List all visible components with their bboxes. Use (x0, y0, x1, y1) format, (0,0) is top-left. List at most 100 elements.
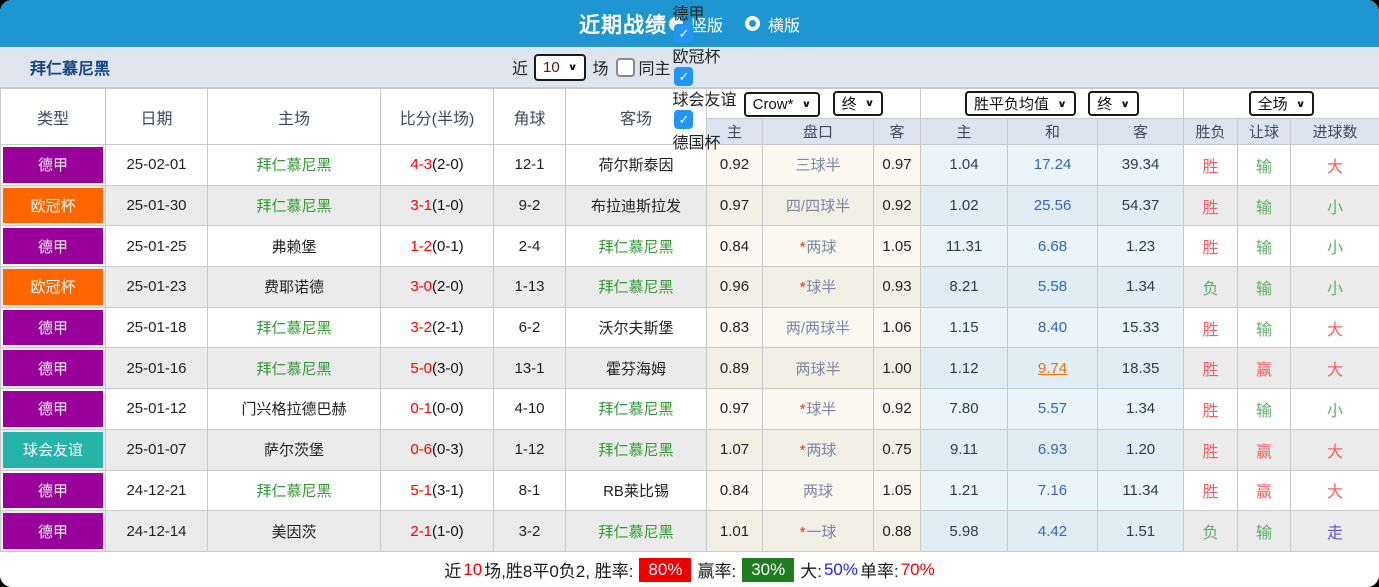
table-row: 德甲 25-01-25 弗赖堡 1-2(0-1) 2-4 拜仁慕尼黑 0.84 *两球 1.05… (0, 225, 1379, 268)
filters: 近 10 ∨ 场 同主 ✓德甲✓欧冠杯✓球会友谊✓德国杯 (512, 0, 737, 153)
match-score: 0-6(0-3) (380, 428, 494, 471)
recent-count-select[interactable]: 10 ∨ (534, 53, 587, 81)
result-wdl: 胜 (1183, 184, 1239, 227)
league-badge: 德甲 (0, 388, 106, 430)
scope-select[interactable]: 全场 ∨ (1248, 91, 1315, 116)
summary-part: 70% (900, 559, 935, 579)
avg-draw: 5.58 (1007, 266, 1099, 308)
avg-type-select[interactable]: 胜平负均值 ∨ (965, 91, 1076, 116)
corner-score: 4-10 (493, 388, 566, 430)
result-goals: 小 (1290, 266, 1379, 308)
odds-time-value: 终 (841, 95, 857, 113)
avg-away: 11.34 (1097, 469, 1185, 512)
league-badge: 德甲 (0, 510, 106, 552)
subheader-avg-home: 主 (920, 118, 1009, 145)
match-date: 25-01-25 (105, 225, 208, 268)
col-header-home: 主场 (207, 88, 381, 145)
away-team: 布拉迪斯拉发 (565, 184, 707, 227)
result-wdl: 胜 (1183, 347, 1239, 390)
result-goals: 大 (1290, 428, 1379, 471)
home-team: 拜仁慕尼黑 (207, 144, 381, 186)
result-goals: 走 (1290, 510, 1379, 552)
handicap-line: 三球半 (762, 144, 874, 186)
table-row: 球会友谊 25-01-07 萨尔茨堡 0-6(0-3) 1-12 拜仁慕尼黑 1.07 *两球… (0, 428, 1379, 471)
avg-away: 1.34 (1097, 388, 1185, 430)
result-wdl: 胜 (1183, 428, 1239, 471)
avg-type-value: 胜平负均值 (974, 96, 1050, 113)
handicap-odds-away: 1.05 (872, 469, 922, 512)
handicap-odds-home: 0.89 (706, 347, 763, 390)
handicap-odds-away: 0.92 (872, 184, 922, 227)
horizontal-layout-label[interactable]: 横版 (768, 12, 800, 36)
league-checkbox[interactable]: ✓ (674, 24, 694, 43)
avg-time-select[interactable]: 终 ∨ (1088, 91, 1140, 116)
league-badge: 德甲 (0, 144, 106, 186)
avg-draw: 6.93 (1007, 428, 1099, 471)
avg-home: 1.04 (920, 144, 1009, 186)
odds-source-select[interactable]: Crow* ∨ (743, 91, 821, 117)
team-name: 拜仁慕尼黑 (30, 61, 111, 78)
same-home-checkbox[interactable] (616, 57, 636, 77)
col-header-date: 日期 (105, 88, 208, 145)
league-badge: 德甲 (0, 225, 106, 268)
chevron-down-icon: ∨ (1120, 97, 1131, 110)
avg-home: 5.98 (920, 510, 1009, 552)
result-goals: 大 (1290, 347, 1379, 390)
match-score: 3-0(2-0) (380, 266, 494, 308)
chevron-down-icon: ∨ (801, 98, 812, 110)
handicap-line: *球半 (762, 266, 874, 308)
avg-home: 7.80 (920, 388, 1009, 430)
handicap-odds-away: 0.97 (872, 144, 922, 186)
chevron-down-icon: ∨ (1057, 97, 1067, 110)
odds-source-value: Crow* (752, 95, 794, 113)
handicap-odds-home: 0.96 (706, 266, 763, 308)
avg-draw: 4.42 (1007, 510, 1099, 552)
away-team: 沃尔夫斯堡 (565, 306, 707, 349)
handicap-odds-home: 0.83 (706, 306, 763, 349)
away-team: 霍芬海姆 (565, 347, 707, 390)
results-table-wrap: 类型 日期 主场 比分(半场) 角球 客场 Crow* ∨ 终 ∨ 胜平负均值 … (0, 88, 1379, 552)
away-team: 拜仁慕尼黑 (565, 266, 707, 308)
result-handicap: 输 (1237, 388, 1292, 430)
league-filters: ✓德甲✓欧冠杯✓球会友谊✓德国杯 (670, 0, 736, 153)
summary-part: 赢率: (697, 562, 737, 581)
avg-away: 1.23 (1097, 225, 1185, 268)
table-row: 欧冠杯 25-01-23 费耶诺德 3-0(2-0) 1-13 拜仁慕尼黑 0.96 *球半 0… (0, 266, 1379, 308)
home-team: 拜仁慕尼黑 (207, 347, 381, 390)
avg-away: 54.37 (1097, 184, 1185, 227)
handicap-odds-home: 0.84 (706, 469, 763, 512)
summary-part: 近 (444, 562, 462, 581)
summary-part: 50% (823, 559, 858, 579)
match-score: 0-1(0-0) (380, 388, 494, 430)
subheader-handicap: 盘口 (762, 118, 874, 145)
result-handicap: 赢 (1237, 469, 1292, 512)
avg-selects-group: 胜平负均值 ∨ 终 ∨ (920, 88, 1185, 119)
recent-label: 近 (512, 61, 529, 78)
horizontal-layout-radio[interactable] (745, 16, 760, 31)
home-team: 萨尔茨堡 (207, 428, 381, 471)
corner-score: 13-1 (493, 347, 566, 390)
home-team: 美因茨 (207, 510, 381, 552)
league-checkbox[interactable]: ✓ (674, 67, 694, 86)
avg-draw: 7.16 (1007, 469, 1099, 512)
summary-part: 大: (800, 562, 822, 581)
subheader-goals: 进球数 (1290, 118, 1379, 145)
avg-away: 39.34 (1097, 144, 1185, 186)
corner-score: 1-12 (493, 428, 566, 471)
summary-part: 80% (639, 557, 692, 582)
match-score: 1-2(0-1) (380, 225, 494, 268)
match-score: 3-1(1-0) (380, 184, 494, 227)
avg-away: 1.51 (1097, 510, 1185, 552)
league-checkbox[interactable]: ✓ (674, 110, 694, 129)
league-badge: 德甲 (0, 347, 106, 390)
corner-score: 6-2 (493, 306, 566, 349)
handicap-odds-away: 0.93 (872, 266, 922, 308)
odds-time-select[interactable]: 终 ∨ (832, 90, 884, 116)
handicap-odds-away: 0.88 (872, 510, 922, 552)
match-date: 25-01-30 (105, 184, 208, 227)
avg-home: 1.12 (920, 347, 1009, 390)
avg-draw: 5.57 (1007, 388, 1099, 430)
corner-score: 3-2 (493, 510, 566, 552)
col-header-score: 比分(半场) (380, 88, 494, 145)
home-team: 拜仁慕尼黑 (207, 184, 381, 227)
